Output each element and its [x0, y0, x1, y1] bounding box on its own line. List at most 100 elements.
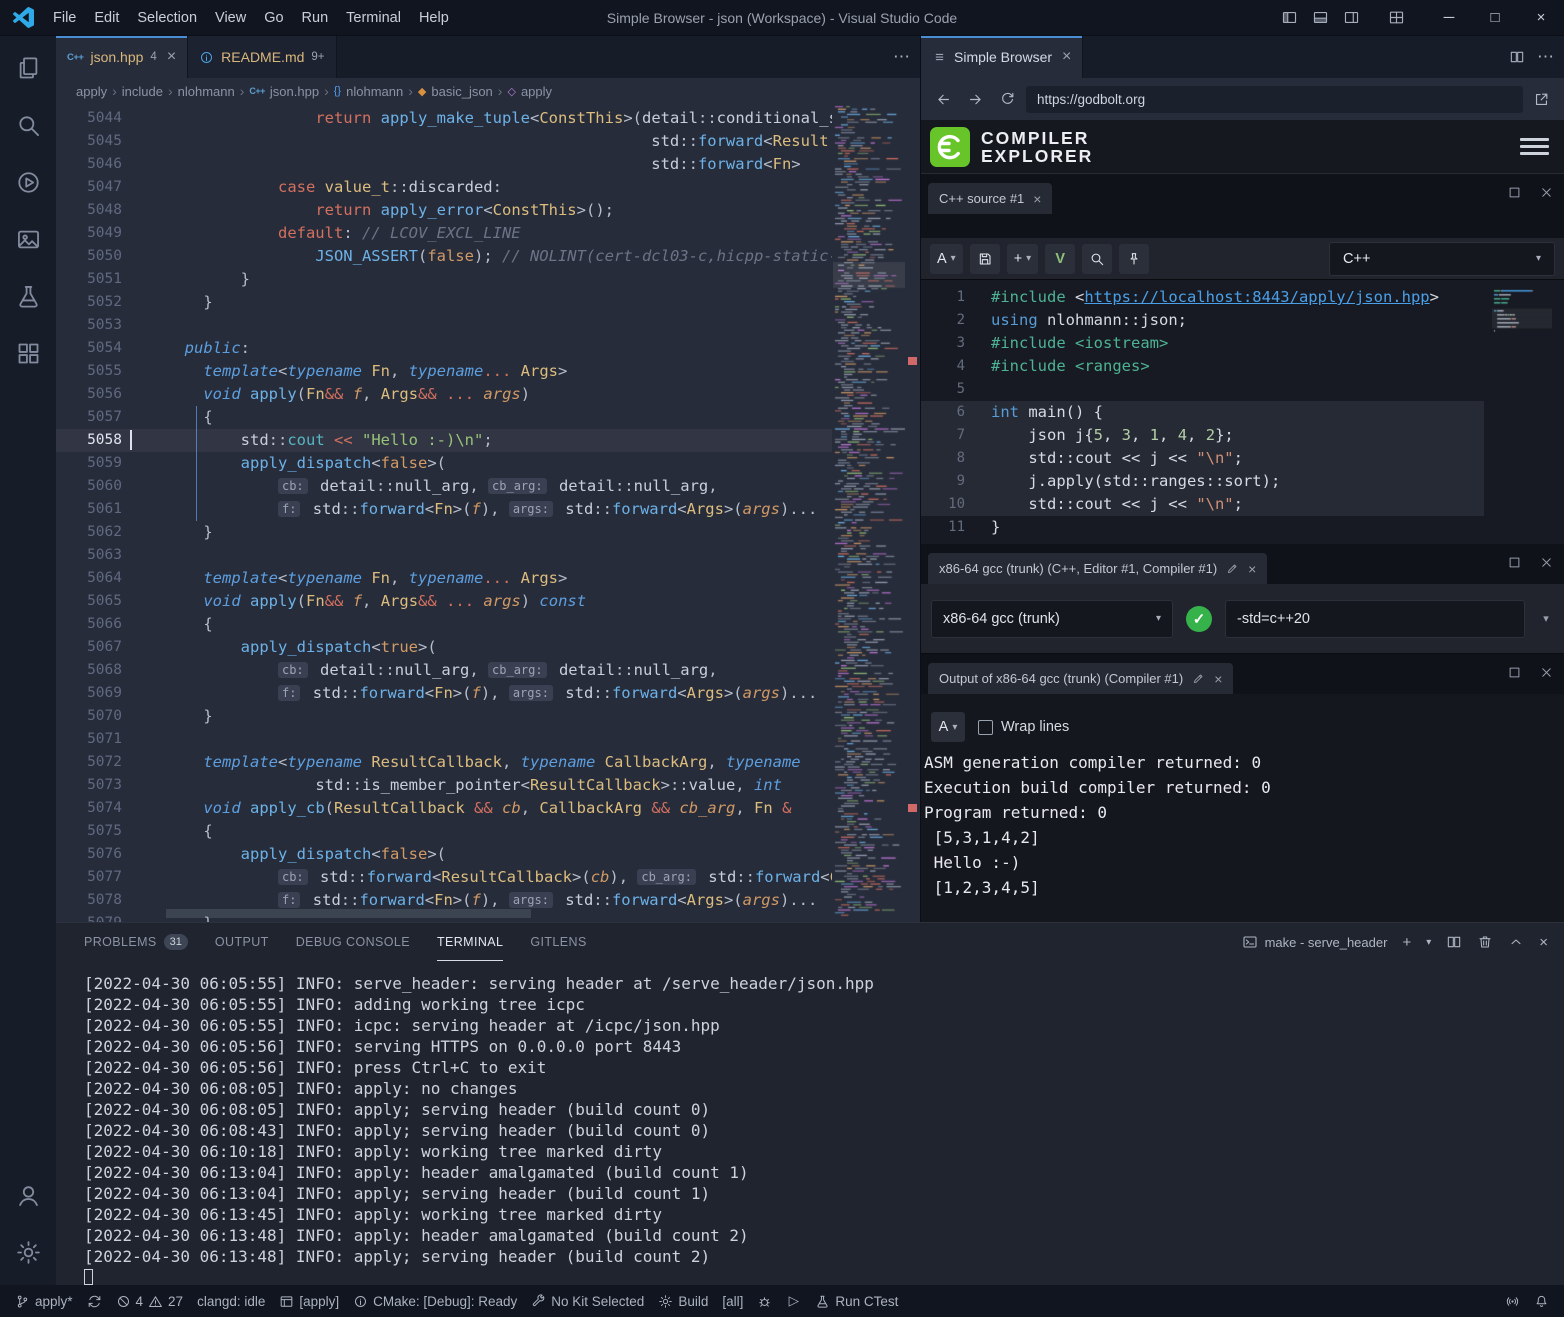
code-line-8[interactable]: 8 std::cout << j << "\n";: [921, 447, 1484, 470]
customize-layout-icon[interactable]: [1381, 0, 1412, 36]
breadcrumb-item[interactable]: nlohmann: [178, 84, 235, 99]
code-line-5071[interactable]: 5071: [56, 728, 832, 751]
code-line-5070[interactable]: 5070 }: [56, 705, 832, 728]
breadcrumb-item[interactable]: C++json.hpp: [249, 84, 319, 99]
maximize-pane-icon[interactable]: [1507, 665, 1522, 680]
code-line-3[interactable]: 3#include <iostream>: [921, 332, 1484, 355]
code-line-5059[interactable]: 5059 apply_dispatch<false>(: [56, 452, 832, 475]
code-line-11[interactable]: 11}: [921, 516, 1484, 539]
panel-tab-terminal[interactable]: TERMINAL: [437, 923, 503, 961]
code-line-5066[interactable]: 5066 {: [56, 613, 832, 636]
close-tab-icon[interactable]: ×: [1062, 49, 1071, 65]
code-line-2[interactable]: 2using nlohmann::json;: [921, 309, 1484, 332]
compiler-args-input[interactable]: -std=c++20: [1225, 600, 1525, 638]
editor-more-actions-icon[interactable]: ⋯: [893, 47, 910, 67]
open-external-icon[interactable]: [1528, 86, 1555, 113]
account-icon[interactable]: [4, 1170, 52, 1220]
hamburger-menu-icon[interactable]: [1520, 138, 1549, 155]
code-line-5062[interactable]: 5062 }: [56, 521, 832, 544]
code-line-6[interactable]: 6int main() {: [921, 401, 1484, 424]
terminal-dropdown-icon[interactable]: ▾: [1426, 937, 1431, 948]
code-line-5075[interactable]: 5075 {: [56, 820, 832, 843]
search-button[interactable]: [1082, 244, 1112, 274]
browser-more-actions-icon[interactable]: ⋯: [1537, 47, 1554, 67]
run-debug-icon[interactable]: [4, 157, 52, 207]
reload-icon[interactable]: [994, 86, 1021, 113]
status-sync[interactable]: [80, 1285, 109, 1317]
panel-tab-debug-console[interactable]: DEBUG CONSOLE: [296, 923, 410, 961]
code-line-4[interactable]: 4#include <ranges>: [921, 355, 1484, 378]
status-cmake-project[interactable]: [apply]: [272, 1285, 346, 1317]
simple-browser-tab[interactable]: ≡ Simple Browser ×: [921, 36, 1083, 78]
url-input[interactable]: [1026, 86, 1523, 113]
code-line-5061[interactable]: 5061 f: std::forward<Fn>(f), args: std::…: [56, 498, 832, 521]
code-line-5063[interactable]: 5063: [56, 544, 832, 567]
status-clangd[interactable]: clangd: idle: [190, 1285, 272, 1317]
close-source-pane-icon[interactable]: ×: [1033, 191, 1041, 207]
breadcrumb-item[interactable]: apply: [76, 84, 107, 99]
minimap[interactable]: [833, 104, 905, 918]
output-pane-tab[interactable]: Output of x86-64 gcc (trunk) (Compiler #…: [928, 663, 1233, 694]
code-line-5044[interactable]: 5044 return apply_make_tuple<ConstThis>(…: [56, 107, 832, 130]
toggle-panel-icon[interactable]: [1305, 0, 1336, 36]
save-button[interactable]: [970, 244, 1000, 274]
source-pane-tab[interactable]: C++ source #1 ×: [928, 183, 1052, 214]
compiler-select[interactable]: x86-64 gcc (trunk) ▾: [931, 600, 1173, 638]
status-cmake-status[interactable]: CMake: [Debug]: Ready: [346, 1285, 524, 1317]
vim-button[interactable]: V: [1045, 244, 1075, 274]
menu-go[interactable]: Go: [255, 0, 292, 36]
language-select[interactable]: C++ ▾: [1329, 242, 1555, 276]
code-line-1[interactable]: 1#include <https://localhost:8443/apply/…: [921, 286, 1484, 309]
editor-tab-json.hpp[interactable]: C++json.hpp4×: [56, 36, 188, 78]
new-terminal-icon[interactable]: +: [1402, 934, 1411, 951]
status-cmake-kit[interactable]: No Kit Selected: [524, 1285, 651, 1317]
font-size-button[interactable]: A▾: [931, 712, 965, 742]
toggle-secondary-sidebar-icon[interactable]: [1336, 0, 1367, 36]
editor-tab-README.md[interactable]: README.md9+: [188, 36, 336, 78]
code-line-5049[interactable]: 5049 default: // LCOV_EXCL_LINE: [56, 222, 832, 245]
status-debug-target[interactable]: [750, 1285, 779, 1317]
code-line-5047[interactable]: 5047 case value_t::discarded:: [56, 176, 832, 199]
pin-button[interactable]: [1119, 244, 1149, 274]
code-line-5048[interactable]: 5048 return apply_error<ConstThis>();: [56, 199, 832, 222]
minimize-button[interactable]: ─: [1426, 0, 1472, 36]
close-window-button[interactable]: ×: [1518, 0, 1564, 36]
horizontal-scrollbar[interactable]: [166, 909, 531, 918]
close-tab-icon[interactable]: ×: [167, 49, 176, 65]
breadcrumb-item[interactable]: ◆basic_json: [418, 84, 493, 99]
code-line-5072[interactable]: 5072 template<typename ResultCallback, t…: [56, 751, 832, 774]
font-button[interactable]: A▾: [930, 244, 963, 274]
close-pane-icon[interactable]: [1539, 185, 1554, 200]
maximize-pane-icon[interactable]: [1507, 555, 1522, 570]
menu-terminal[interactable]: Terminal: [337, 0, 410, 36]
code-line-5074[interactable]: 5074 void apply_cb(ResultCallback && cb,…: [56, 797, 832, 820]
status-feedback[interactable]: [1498, 1285, 1527, 1317]
explorer-icon[interactable]: [4, 43, 52, 93]
status-git-branch[interactable]: apply*: [8, 1285, 80, 1317]
split-terminal-icon[interactable]: [1446, 934, 1462, 950]
code-line-5077[interactable]: 5077 cb: std::forward<ResultCallback>(cb…: [56, 866, 832, 889]
code-editor[interactable]: 5044 return apply_make_tuple<ConstThis>(…: [56, 104, 920, 922]
status-build-target[interactable]: [all]: [715, 1285, 750, 1317]
back-icon[interactable]: [930, 86, 957, 113]
panel-tab-problems[interactable]: PROBLEMS31: [84, 923, 188, 961]
settings-icon[interactable]: [4, 1227, 52, 1277]
code-line-5076[interactable]: 5076 apply_dispatch<false>(: [56, 843, 832, 866]
godbolt-minimap[interactable]: [1492, 286, 1552, 462]
maximize-button[interactable]: □: [1472, 0, 1518, 36]
code-line-10[interactable]: 10 std::cout << j << "\n";: [921, 493, 1484, 516]
extensions-icon[interactable]: [4, 328, 52, 378]
code-line-5060[interactable]: 5060 cb: detail::null_arg, cb_arg: detai…: [56, 475, 832, 498]
maximize-panel-icon[interactable]: [1508, 934, 1524, 950]
add-button[interactable]: +▾: [1007, 244, 1039, 274]
code-line-5055[interactable]: 5055 template<typename Fn, typename... A…: [56, 360, 832, 383]
wrap-lines-checkbox[interactable]: [978, 720, 993, 735]
code-line-5056[interactable]: 5056 void apply(Fn&& f, Args&& ... args): [56, 383, 832, 406]
close-output-pane-icon[interactable]: ×: [1214, 671, 1222, 687]
code-line-5064[interactable]: 5064 template<typename Fn, typename... A…: [56, 567, 832, 590]
godbolt-code-editor[interactable]: 1#include <https://localhost:8443/apply/…: [921, 280, 1564, 544]
menu-file[interactable]: File: [44, 0, 85, 36]
code-line-5069[interactable]: 5069 f: std::forward<Fn>(f), args: std::…: [56, 682, 832, 705]
code-line-5068[interactable]: 5068 cb: detail::null_arg, cb_arg: detai…: [56, 659, 832, 682]
search-icon[interactable]: [4, 100, 52, 150]
